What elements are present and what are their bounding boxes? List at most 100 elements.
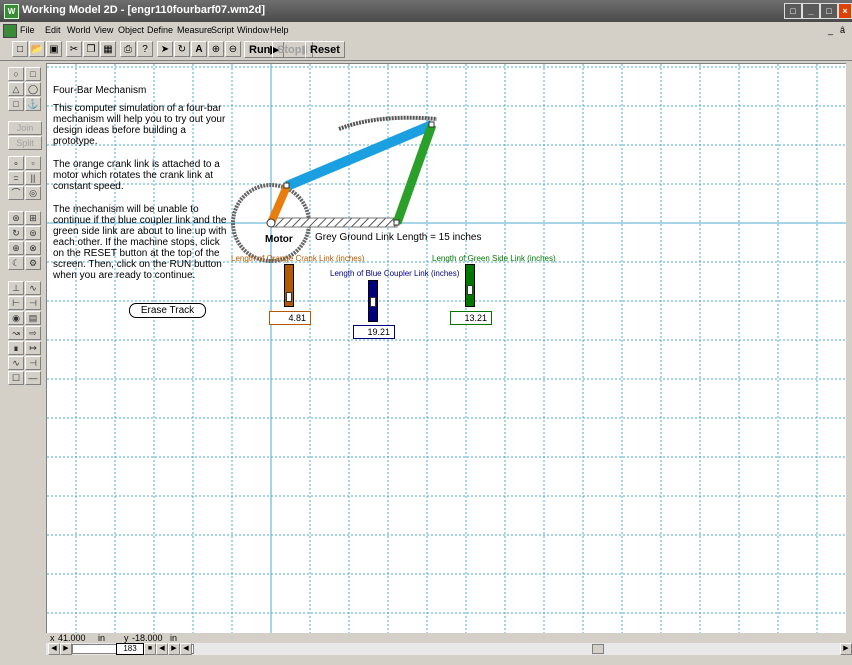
step-back-button[interactable]: ◀ <box>156 643 168 655</box>
line-tool-icon[interactable]: — <box>25 371 41 385</box>
keyed-slot-tool-icon[interactable]: ⊕ <box>8 241 24 255</box>
crank-length-value[interactable]: 4.81 <box>269 311 311 325</box>
menu-window[interactable]: Window <box>237 25 269 35</box>
slider-control-tool-icon[interactable]: ↦ <box>25 341 41 355</box>
step-forward-button[interactable]: ▶ <box>60 643 72 655</box>
tool-palette: ○ □ △ ◯ □ ⚓ Join Split ∘ ▫ = || ⌒ ◎ ⊛ ⊞ … <box>8 63 44 385</box>
erase-track-button[interactable]: Erase Track <box>129 303 206 318</box>
document-icon[interactable] <box>3 24 17 38</box>
vertical-scrollbar[interactable] <box>846 63 852 633</box>
paste-icon[interactable]: ▦ <box>100 41 116 57</box>
x-coord-label: x <box>50 633 55 643</box>
maximize-icon[interactable]: □ <box>820 3 838 19</box>
ground-link <box>272 217 398 228</box>
vertical-slot-tool-icon[interactable]: || <box>25 171 41 185</box>
curved-slot-tool-icon[interactable]: ⌒ <box>8 186 24 200</box>
rigid-joint-tool-icon[interactable]: ⊞ <box>25 211 41 225</box>
polygon-tool-icon[interactable]: △ <box>8 82 24 96</box>
closed-slot-tool-icon[interactable]: ◎ <box>25 186 41 200</box>
pulley-tool-icon[interactable]: ◉ <box>8 311 24 325</box>
print-icon[interactable]: ⎙ <box>120 41 136 57</box>
arrow-tool-icon[interactable]: ➤ <box>157 41 173 57</box>
coupler-length-label: Length of Blue Coupler Link (inches) <box>330 269 460 278</box>
slot-tool-icon[interactable]: = <box>8 171 24 185</box>
spring-tool-icon[interactable]: ∿ <box>25 281 41 295</box>
menu-define[interactable]: Define <box>147 25 173 35</box>
minimize-icon[interactable]: _ <box>802 3 820 19</box>
separator-tool-icon[interactable]: ▤ <box>25 311 41 325</box>
title-bar: W Working Model 2D - [engr110fourbarf07.… <box>0 0 852 22</box>
coupler-length-value[interactable]: 19.21 <box>353 325 395 339</box>
working-model-icon[interactable]: W <box>4 4 19 19</box>
menu-file[interactable]: File <box>20 25 35 35</box>
actuator-tool-icon[interactable]: ⊜ <box>25 226 41 240</box>
rope-tool-icon[interactable]: ⊣ <box>25 296 41 310</box>
new-icon[interactable]: □ <box>12 41 28 57</box>
image-tool-icon[interactable]: ☐ <box>8 371 24 385</box>
y-coord-value: -18.000 <box>132 633 163 643</box>
coupler-length-slider[interactable] <box>368 280 378 322</box>
side-ground-joint <box>393 219 400 226</box>
simulation-canvas[interactable]: Four-Bar Mechanism This computer simulat… <box>46 63 847 634</box>
torque-tool-icon[interactable]: ⇨ <box>25 326 41 340</box>
menu-world[interactable]: World <box>67 25 90 35</box>
motor-tool-icon[interactable]: ↻ <box>8 226 24 240</box>
scroll-right-button[interactable]: ▶ <box>840 643 852 655</box>
menu-object[interactable]: Object <box>118 25 144 35</box>
zoom-out-icon[interactable]: ⊖ <box>225 41 241 57</box>
point-tool-icon[interactable]: ∘ <box>8 156 24 170</box>
restore-down-icon[interactable]: □ <box>784 3 802 19</box>
copy-icon[interactable]: ❐ <box>83 41 99 57</box>
description-paragraph-1: This computer simulation of a four-bar m… <box>53 103 226 147</box>
save-icon[interactable]: ▣ <box>46 41 62 57</box>
circle-tool-icon[interactable]: ○ <box>8 67 24 81</box>
square-tool-icon[interactable]: □ <box>8 97 24 111</box>
side-slider-thumb[interactable] <box>467 285 473 295</box>
reset-button[interactable]: Reset <box>305 41 345 58</box>
y-coord-label: y <box>124 633 129 643</box>
x-coord-unit: in <box>98 633 106 643</box>
open-icon[interactable]: 📂 <box>29 41 45 57</box>
menu-view[interactable]: View <box>94 25 113 35</box>
menu-script[interactable]: Script <box>211 25 234 35</box>
close-icon[interactable]: × <box>838 3 852 19</box>
rectangle-tool-icon[interactable]: □ <box>25 67 41 81</box>
rotational-spring-tool-icon[interactable]: ☾ <box>8 256 24 270</box>
square-point-tool-icon[interactable]: ▫ <box>25 156 41 170</box>
curved-keyed-slot-tool-icon[interactable]: ⊗ <box>25 241 41 255</box>
anchor-tool-icon[interactable]: ⚓ <box>25 97 41 111</box>
crank-length-slider[interactable] <box>284 264 294 307</box>
graph-tool-icon[interactable]: ∿ <box>8 356 24 370</box>
help-icon[interactable]: ? <box>137 41 153 57</box>
rod-tool-icon[interactable]: ⊥ <box>8 281 24 295</box>
menu-help[interactable]: Help <box>270 25 289 35</box>
rewind-button[interactable]: ◀ <box>48 643 60 655</box>
zoom-in-icon[interactable]: ⊕ <box>208 41 224 57</box>
gear-tool-icon[interactable]: ⚙ <box>25 256 41 270</box>
scroll-left-button[interactable]: ◀ <box>180 643 192 655</box>
horizontal-scroll-thumb[interactable] <box>592 644 604 654</box>
button-control-tool-icon[interactable]: ⊣ <box>25 356 41 370</box>
menu-measure[interactable]: Measure <box>177 25 212 35</box>
rotate-tool-icon[interactable]: ↻ <box>174 41 190 57</box>
split-button[interactable]: Split <box>8 136 42 150</box>
crank-coupler-joint <box>283 182 290 189</box>
play-button[interactable]: ▶ <box>168 643 180 655</box>
mdi-restore-button[interactable]: ȃ <box>840 25 845 35</box>
stop-tape-button[interactable]: ■ <box>144 643 156 655</box>
mdi-minimize-button[interactable]: _ <box>828 25 833 35</box>
crank-slider-thumb[interactable] <box>286 292 292 302</box>
pin-joint-tool-icon[interactable]: ⊛ <box>8 211 24 225</box>
damper-tool-icon[interactable]: ⊢ <box>8 296 24 310</box>
text-tool-icon[interactable]: A <box>191 41 207 57</box>
curved-body-tool-icon[interactable]: ◯ <box>25 82 41 96</box>
join-button[interactable]: Join <box>8 121 42 135</box>
meter-tool-icon[interactable]: ∎ <box>8 341 24 355</box>
side-length-value[interactable]: 13.21 <box>450 311 492 325</box>
force-tool-icon[interactable]: ↝ <box>8 326 24 340</box>
tape-player-bar: ◀ ▶ 183 ■ ◀ ▶ ◀ ▶ <box>46 643 852 655</box>
side-length-slider[interactable] <box>465 264 475 307</box>
cut-icon[interactable]: ✂ <box>66 41 82 57</box>
menu-edit[interactable]: Edit <box>45 25 61 35</box>
coupler-slider-thumb[interactable] <box>370 297 376 307</box>
